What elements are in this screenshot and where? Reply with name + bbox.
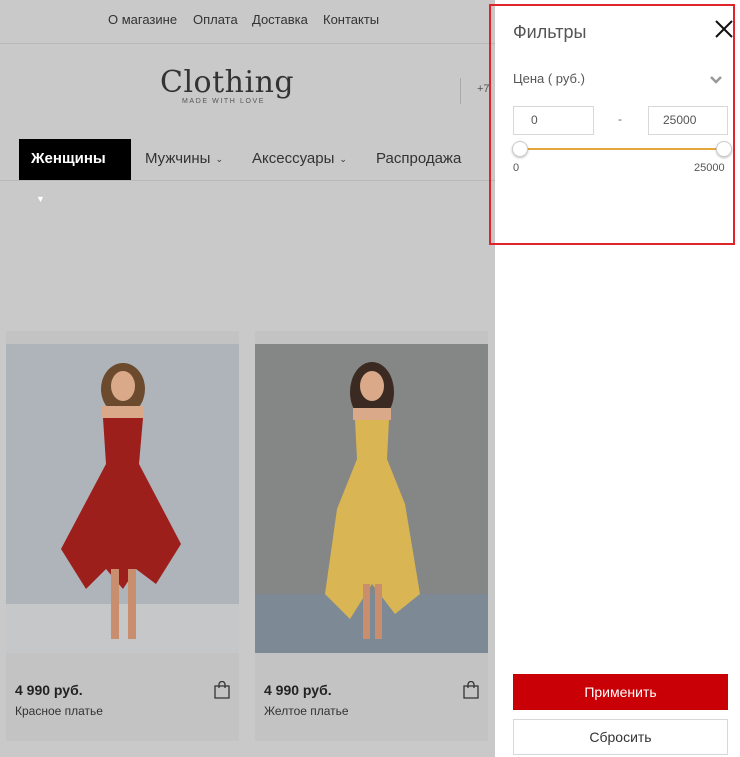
top-nav-about-link[interactable]: О магазине xyxy=(108,12,177,27)
site-logo[interactable]: Clothing MADE WITH LOVE xyxy=(160,65,300,106)
product-price: 4 990 руб. xyxy=(15,682,83,698)
apply-filters-button[interactable]: Применить xyxy=(513,674,728,710)
category-women[interactable]: Женщины ▼ xyxy=(19,139,131,204)
category-accessories[interactable]: Аксессуары ⌄ xyxy=(240,139,359,180)
category-men[interactable]: Мужчины ⌄ xyxy=(133,139,235,180)
price-range-max-handle[interactable] xyxy=(716,141,732,157)
range-max-label: 25000 xyxy=(694,162,725,174)
top-nav-payment-link[interactable]: Оплата xyxy=(193,12,238,27)
product-price: 4 990 руб. xyxy=(264,682,332,698)
price-range-track[interactable] xyxy=(520,148,723,150)
category-accessories-label: Аксессуары xyxy=(252,150,335,167)
shopping-bag-icon[interactable] xyxy=(214,681,230,699)
category-sale[interactable]: Распродажа xyxy=(364,139,473,180)
product-name[interactable]: Желтое платье xyxy=(264,704,349,718)
chevron-down-icon: ⌄ xyxy=(339,154,347,164)
top-nav: О магазине Оплата Доставка Контакты xyxy=(0,0,495,44)
header-divider xyxy=(460,78,461,104)
filter-panel-title: Фильтры xyxy=(513,22,587,42)
product-card[interactable]: 4 990 руб. Желтое платье xyxy=(255,331,488,741)
logo-wordmark: Clothing xyxy=(160,65,295,100)
top-nav-contacts-link[interactable]: Контакты xyxy=(323,12,379,27)
shopping-bag-icon[interactable] xyxy=(463,681,479,699)
chevron-down-icon[interactable] xyxy=(707,71,725,89)
chevron-down-icon: ▼ xyxy=(36,194,45,204)
range-min-label: 0 xyxy=(513,162,520,174)
product-card[interactable]: 4 990 руб. Красное платье xyxy=(6,331,239,741)
price-min-input[interactable]: 0 xyxy=(513,106,594,135)
category-sale-label: Распродажа xyxy=(376,150,462,167)
category-nav: Женщины ▼ Мужчины ⌄ Аксессуары ⌄ Распродажа xyxy=(0,139,495,204)
phone-number[interactable]: +7 xyxy=(477,83,490,95)
chevron-down-icon: ⌄ xyxy=(215,154,224,164)
product-image[interactable] xyxy=(255,344,488,653)
price-range-min-handle[interactable] xyxy=(512,141,528,157)
close-icon[interactable] xyxy=(713,18,735,40)
reset-filters-button[interactable]: Сбросить xyxy=(513,719,728,755)
price-filter-label[interactable]: Цена ( руб.) xyxy=(513,71,585,86)
category-men-label: Мужчины xyxy=(145,150,211,167)
product-name[interactable]: Красное платье xyxy=(15,704,103,718)
product-image[interactable] xyxy=(6,344,239,653)
top-nav-delivery-link[interactable]: Доставка xyxy=(252,12,308,27)
category-women-label: Женщины xyxy=(31,150,106,167)
range-separator: - xyxy=(618,112,622,126)
price-max-input[interactable]: 25000 xyxy=(648,106,728,135)
